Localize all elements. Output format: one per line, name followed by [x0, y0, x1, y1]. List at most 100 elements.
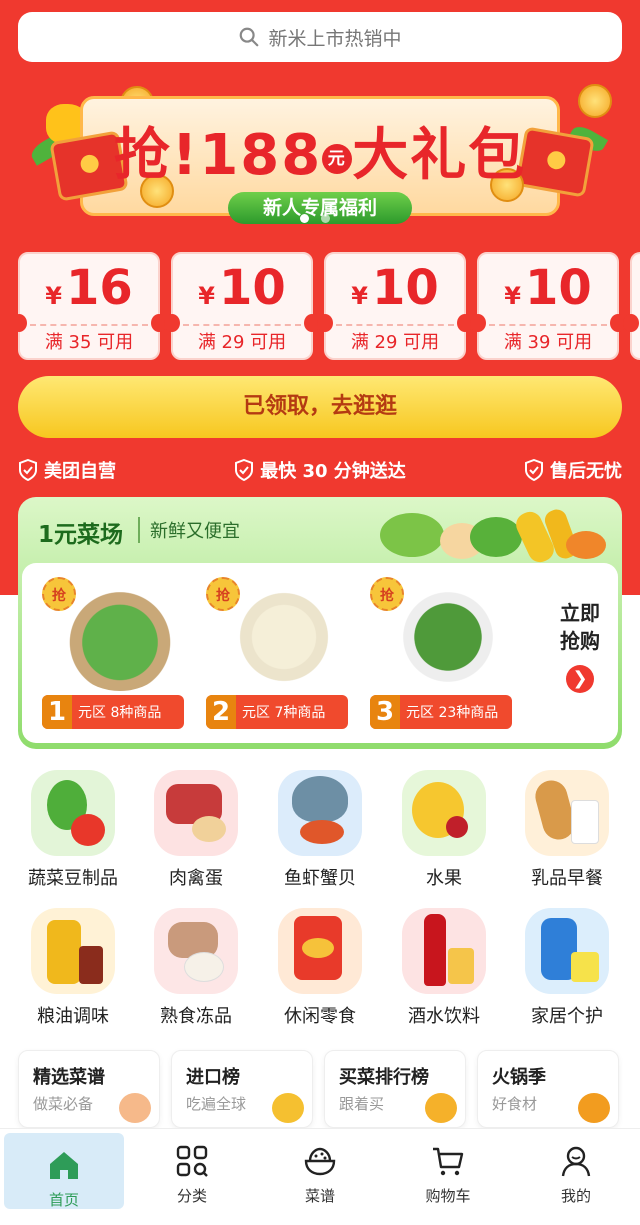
bok-choy-image [62, 583, 178, 691]
trophy-icon [272, 1093, 304, 1123]
coupon-card[interactable]: ¥10 满 39 可用 [470, 252, 626, 360]
category-label: 鱼虾蟹贝 [284, 868, 356, 889]
chevron-right-icon: ❯ [566, 665, 594, 693]
tab-label: 菜谱 [304, 1187, 335, 1205]
coupon-condition: 满 35 可用 [44, 332, 134, 353]
deal-zone-3[interactable]: 抢 3 元区 23种商品 [370, 573, 520, 731]
coupon-card[interactable]: ¥16 满 35 可用 [18, 252, 167, 360]
category-vegetables[interactable]: 蔬菜豆制品 [9, 770, 137, 890]
tab-label: 我的 [560, 1187, 591, 1205]
one-yuan-market-deals: 抢 1 元区 8种商品 抢 2 元区 7种商品 抢 3 元区 23种商品 立即 抢购 … [22, 563, 618, 743]
feature-cards: 精选菜谱 做菜必备 进口榜 吃遍全球 买菜排行榜 跟着买 火锅季 好食材 [18, 1050, 640, 1128]
carousel-dot[interactable] [300, 214, 309, 223]
coupon-divider [336, 324, 454, 326]
recipe-bowl-icon [304, 1147, 336, 1176]
category-meat-eggs[interactable]: 肉禽蛋 [132, 770, 260, 890]
search-placeholder: 新米上市热销中 [268, 27, 402, 50]
category-label: 熟食冻品 [160, 1006, 232, 1027]
one-yuan-market-subtitle: 新鲜又便宜 [138, 517, 240, 543]
category-seafood[interactable]: 鱼虾蟹贝 [256, 770, 384, 890]
coupon-card-partial[interactable] [623, 252, 640, 360]
tab-home[interactable]: 首页 [4, 1133, 124, 1209]
category-label: 蔬菜豆制品 [28, 868, 118, 889]
feature-card-title: 买菜排行榜 [339, 1067, 429, 1088]
coupon-divider [489, 324, 607, 326]
coupon-condition: 满 39 可用 [503, 332, 593, 353]
meat-icon [154, 770, 238, 856]
category-deli-frozen[interactable]: 熟食冻品 [132, 908, 260, 1028]
medal-icon [425, 1093, 457, 1123]
zone-badge: 1 元区 8种商品 [42, 695, 184, 729]
shield-check-icon [19, 459, 37, 481]
coupon-divider [30, 324, 148, 326]
guarantee-item: 美团自营 [18, 457, 116, 483]
tab-category[interactable]: 分类 [128, 1129, 256, 1225]
seafood-icon [278, 770, 362, 856]
zone-badge: 3 元区 23种商品 [370, 695, 512, 729]
feature-card-title: 进口榜 [186, 1067, 240, 1088]
search-bar[interactable]: 新米上市热销中 [18, 12, 622, 62]
category-household[interactable]: 家居个护 [503, 908, 631, 1028]
grab-tag: 抢 [42, 577, 76, 611]
category-snacks[interactable]: 休闲零食 [256, 908, 384, 1028]
deal-zone-2[interactable]: 抢 2 元区 7种商品 [206, 573, 356, 731]
feature-card-recipes[interactable]: 精选菜谱 做菜必备 [18, 1050, 160, 1128]
category-label: 肉禽蛋 [169, 868, 223, 889]
tab-recipes[interactable]: 菜谱 [256, 1129, 384, 1225]
one-yuan-market-title: 1元菜场 [38, 522, 124, 548]
category-label: 粮油调味 [37, 1006, 109, 1027]
promo-banner[interactable]: 抢!188 元大礼包 新人专属福利 [27, 80, 612, 230]
category-dairy-breakfast[interactable]: 乳品早餐 [503, 770, 631, 890]
category-label: 酒水饮料 [408, 1006, 480, 1027]
vegetable-bundle-image [380, 509, 606, 563]
category-grain-oil[interactable]: 粮油调味 [9, 908, 137, 1028]
category-drinks[interactable]: 酒水饮料 [380, 908, 508, 1028]
home-icon [50, 1152, 78, 1179]
shield-check-icon [235, 459, 254, 481]
vegetables-icon [31, 770, 115, 856]
coupon-card[interactable]: ¥10 满 29 可用 [164, 252, 320, 360]
grab-tag: 抢 [370, 577, 404, 611]
category-label: 休闲零食 [284, 1006, 356, 1027]
feature-card-hotpot[interactable]: 火锅季 好食材 [477, 1050, 619, 1128]
coupon-amount: ¥10 [198, 260, 286, 316]
bean-sprouts-image [226, 583, 342, 691]
tab-profile[interactable]: 我的 [512, 1129, 640, 1225]
feature-card-ranking[interactable]: 买菜排行榜 跟着买 [324, 1050, 466, 1128]
feature-card-subtitle: 好食材 [492, 1095, 538, 1113]
guarantee-item: 最快 30 分钟送达 [234, 457, 406, 483]
grab-now-line: 立即 [560, 601, 600, 625]
category-label: 乳品早餐 [531, 868, 603, 889]
category-grid-icon [176, 1145, 208, 1177]
tab-label: 分类 [176, 1187, 207, 1205]
user-icon [561, 1146, 591, 1177]
one-yuan-market-card[interactable]: 1元菜场 新鲜又便宜 抢 1 元区 8种商品 抢 2 元区 7种商品 抢 3 元区 2… [18, 497, 622, 749]
coupon-amount: ¥10 [504, 260, 592, 316]
shield-check-icon [525, 459, 543, 481]
grab-tag: 抢 [206, 577, 240, 611]
feature-card-subtitle: 吃遍全球 [186, 1095, 247, 1113]
dairy-icon [525, 770, 609, 856]
coupon-amount: ¥16 [45, 260, 133, 316]
grab-now-button[interactable]: 立即 抢购 ❯ [550, 599, 610, 693]
service-guarantees: 美团自营 最快 30 分钟送达 售后无忧 [18, 454, 622, 486]
drinks-icon [402, 908, 486, 994]
coupon-card[interactable]: ¥10 满 29 可用 [317, 252, 473, 360]
tab-label: 首页 [48, 1191, 79, 1209]
coupon-condition: 满 29 可用 [197, 332, 287, 353]
feature-card-imports[interactable]: 进口榜 吃遍全球 [171, 1050, 313, 1128]
guarantee-label: 售后无忧 [550, 461, 622, 482]
feature-card-title: 火锅季 [492, 1067, 546, 1088]
fruit-icon [402, 770, 486, 856]
hotpot-icon [578, 1093, 610, 1123]
deal-zone-1[interactable]: 抢 1 元区 8种商品 [42, 573, 192, 731]
grab-now-line: 抢购 [560, 629, 600, 653]
claimed-go-shopping-button[interactable]: 已领取，去逛逛 [18, 376, 622, 438]
guarantee-label: 最快 30 分钟送达 [260, 461, 406, 482]
coupon-condition: 满 29 可用 [350, 332, 440, 353]
frozen-food-icon [154, 908, 238, 994]
feature-card-subtitle: 跟着买 [339, 1095, 385, 1113]
tab-cart[interactable]: 购物车 [384, 1129, 512, 1225]
carousel-dot[interactable] [321, 214, 330, 223]
category-fruit[interactable]: 水果 [380, 770, 508, 890]
